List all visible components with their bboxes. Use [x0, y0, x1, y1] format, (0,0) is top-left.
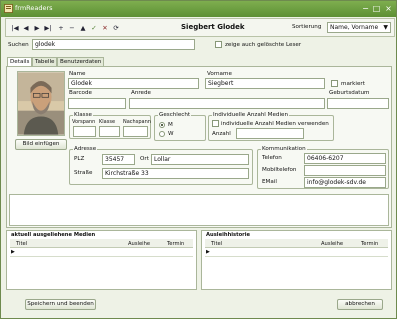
- adresse-group-title: Adresse: [73, 146, 98, 152]
- gender-w-radio[interactable]: [159, 131, 165, 137]
- minimize-icon[interactable]: −: [361, 4, 370, 13]
- col-termin: Termin: [167, 241, 185, 247]
- vorspann-field[interactable]: [73, 126, 96, 137]
- window-title: frmReaders: [15, 4, 53, 12]
- gender-m-radio[interactable]: [159, 122, 165, 128]
- klasse-label: Klasse: [99, 119, 116, 125]
- app-icon: [4, 4, 13, 13]
- edit-record-button[interactable]: ▲: [78, 23, 88, 33]
- loan-history-grid[interactable]: Ausleihhistorie Titel Ausleihe Termin ▶: [201, 230, 392, 290]
- row-indicator-icon: ▶: [11, 249, 15, 255]
- name-label: Name: [69, 71, 86, 77]
- chevron-down-icon: ▼: [383, 24, 388, 31]
- sort-select-value: Name, Vorname: [330, 24, 379, 31]
- show-deleted-checkbox[interactable]: [215, 41, 222, 48]
- geburtsdatum-field[interactable]: [327, 98, 389, 109]
- medien-group-title: Individuelle Anzahl Medien: [212, 112, 290, 118]
- name-field[interactable]: Glodek: [68, 78, 199, 89]
- anzahl-label: Anzahl: [212, 131, 231, 137]
- gender-m-label: M: [168, 122, 173, 128]
- barcode-field[interactable]: [68, 98, 126, 109]
- geburtsdatum-label: Geburtsdatum: [329, 90, 370, 96]
- barcode-label: Barcode: [69, 90, 92, 96]
- anrede-field[interactable]: [129, 98, 325, 109]
- notes-field[interactable]: [9, 194, 389, 226]
- title-bar: frmReaders − □ ×: [1, 1, 396, 17]
- row-indicator-icon: ▶: [206, 249, 210, 255]
- search-input[interactable]: glodek: [32, 39, 195, 50]
- vorspann-label: Vorspann: [72, 119, 96, 125]
- row-divider: [10, 256, 193, 257]
- anrede-label: Anrede: [131, 90, 151, 96]
- next-record-button[interactable]: ▶: [32, 23, 42, 33]
- save-and-close-button[interactable]: Speichern und beenden: [25, 299, 96, 310]
- telefon-label: Telefon: [262, 155, 282, 161]
- klasse-group-title: Klasse: [73, 112, 93, 118]
- ort-label: Ort: [140, 156, 149, 162]
- anzahl-field[interactable]: [236, 128, 304, 139]
- col-titel: Titel: [16, 241, 28, 247]
- details-panel: Bild einfügen Name Glodek Vorname Siegbe…: [6, 66, 392, 228]
- sort-select[interactable]: Name, Vorname ▼: [327, 22, 391, 33]
- gender-w-label: W: [168, 131, 174, 137]
- prev-record-button[interactable]: ◀: [21, 23, 31, 33]
- record-navigator: |◀ ◀ ▶ ▶| + − ▲ ✓ ✕ ⟳ Siegbert Glodek So…: [5, 18, 395, 37]
- row-divider: [205, 256, 388, 257]
- telefon-field[interactable]: 06406-6207: [304, 153, 386, 164]
- col-ausleihe: Ausleihe: [128, 241, 151, 247]
- ort-field[interactable]: Lollar: [151, 154, 249, 165]
- search-label: Suchen: [8, 42, 29, 48]
- cancel-button[interactable]: abbrechen: [337, 299, 383, 310]
- app-window: frmReaders − □ × |◀ ◀ ▶ ▶| + − ▲ ✓ ✕ ⟳ S…: [0, 0, 397, 319]
- loan-history-title: Ausleihhistorie: [206, 232, 251, 238]
- add-record-button[interactable]: +: [56, 23, 66, 33]
- last-record-button[interactable]: ▶|: [43, 23, 53, 33]
- current-loans-header: Titel Ausleihe Termin: [10, 239, 193, 248]
- klasse-field[interactable]: [99, 126, 120, 137]
- email-label: EMail: [262, 179, 277, 185]
- klasse-group: Klasse Vorspann Klasse Nachspann: [69, 112, 151, 139]
- markiert-label: markiert: [341, 81, 365, 87]
- show-deleted-label: zeige auch gelöschte Leser: [225, 42, 302, 48]
- tab-benutzerdaten[interactable]: Benutzerdaten: [57, 57, 105, 66]
- vorname-field[interactable]: Siegbert: [205, 78, 325, 89]
- markiert-checkbox[interactable]: [331, 80, 338, 87]
- col-termin: Termin: [361, 241, 379, 247]
- refresh-button[interactable]: ⟳: [111, 23, 121, 33]
- maximize-icon[interactable]: □: [372, 4, 381, 13]
- col-titel: Titel: [211, 241, 223, 247]
- sort-label: Sortierung: [292, 24, 322, 30]
- strasse-label: Straße: [74, 170, 93, 176]
- insert-photo-button[interactable]: Bild einfügen: [15, 139, 67, 150]
- medien-group: Individuelle Anzahl Medien individuelle …: [208, 112, 334, 141]
- plz-field[interactable]: 35457: [102, 154, 135, 165]
- plz-label: PLZ: [74, 156, 85, 162]
- individual-media-label: individuelle Anzahl Medien verwenden: [221, 121, 329, 127]
- tab-tabelle[interactable]: Tabelle: [32, 57, 58, 66]
- individual-media-checkbox[interactable]: [212, 120, 219, 127]
- close-icon[interactable]: ×: [384, 4, 393, 13]
- mobil-label: Mobiltelefon: [262, 167, 297, 173]
- adresse-group: Adresse PLZ 35457 Ort Lollar Straße Kirc…: [69, 146, 253, 185]
- current-loans-title: aktuell ausgeliehene Medien: [11, 232, 96, 238]
- email-field[interactable]: info@glodek-sdv.de: [304, 177, 386, 188]
- delete-record-button[interactable]: −: [67, 23, 77, 33]
- record-title: Siegbert Glodek: [181, 23, 245, 31]
- post-record-button[interactable]: ✓: [89, 23, 99, 33]
- nachspann-label: Nachspann: [123, 119, 151, 125]
- geschlecht-group: Geschlecht M W: [154, 112, 206, 141]
- mobil-field[interactable]: [304, 165, 386, 176]
- vorname-label: Vorname: [207, 71, 232, 77]
- current-loans-grid[interactable]: aktuell ausgeliehene Medien Titel Auslei…: [6, 230, 197, 290]
- strasse-field[interactable]: Kirchstraße 33: [102, 168, 249, 179]
- cancel-edit-button[interactable]: ✕: [100, 23, 110, 33]
- reader-photo: [17, 71, 65, 136]
- loan-history-header: Titel Ausleihe Termin: [205, 239, 388, 248]
- nachspann-field[interactable]: [123, 126, 148, 137]
- geschlecht-group-title: Geschlecht: [158, 112, 192, 118]
- kommunikation-group: Kommunikation Telefon 06406-6207 Mobilte…: [257, 146, 389, 189]
- col-ausleihe: Ausleihe: [321, 241, 344, 247]
- first-record-button[interactable]: |◀: [10, 23, 20, 33]
- kommunikation-group-title: Kommunikation: [261, 146, 307, 152]
